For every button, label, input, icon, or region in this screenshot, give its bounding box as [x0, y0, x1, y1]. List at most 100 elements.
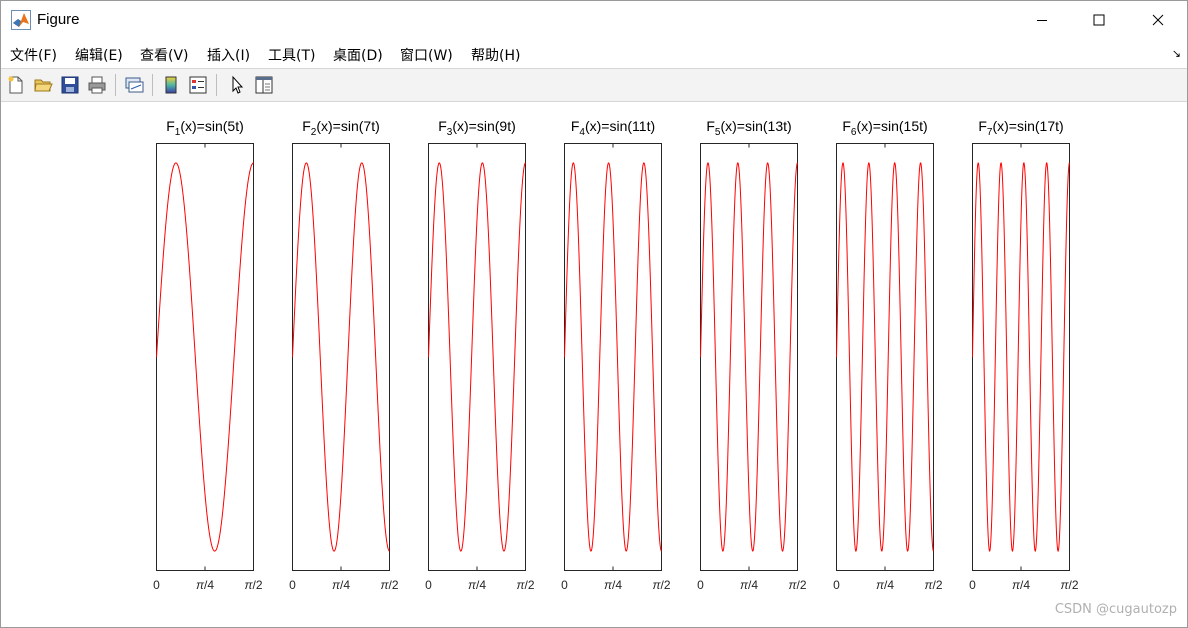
- subplot-4[interactable]: 0 π/4 π/2 F4(x)=sin(11t): [561, 118, 671, 592]
- title-main: F: [166, 118, 175, 134]
- matlab-icon: [11, 10, 31, 30]
- colorbar-icon: [165, 76, 177, 94]
- subplot-2[interactable]: 0 π/4 π/2 F2(x)=sin(7t): [289, 118, 399, 592]
- x-tick-label-rest: /2: [1069, 578, 1079, 592]
- figure-window: Figure 文件(F) 编辑(E) 查看(V) 插入(I) 工具(T) 桌面(…: [0, 0, 1188, 628]
- menu-file[interactable]: 文件(F): [10, 45, 57, 65]
- figure-canvas[interactable]: 0 π/4 π/2 F1(x)=sin(5t) 0 π/4 π/2 F2(x)=sin(7t)…: [1, 102, 1187, 627]
- close-icon: [1152, 14, 1164, 26]
- toolbar: [1, 68, 1187, 102]
- title-expression: (x)=sin(9t): [452, 118, 515, 134]
- subplot-title: F7(x)=sin(17t): [978, 118, 1063, 138]
- x-tick-label: π/4: [196, 578, 214, 592]
- axes-box: [292, 143, 390, 571]
- subplot-7[interactable]: 0 π/4 π/2 F7(x)=sin(17t): [969, 118, 1079, 592]
- menu-tools[interactable]: 工具(T): [268, 45, 315, 65]
- print-button[interactable]: [86, 74, 108, 96]
- title-expression: (x)=sin(15t): [856, 118, 927, 134]
- title-expression: (x)=sin(13t): [720, 118, 791, 134]
- pointer-icon: [232, 75, 244, 94]
- title-expression: (x)=sin(11t): [585, 118, 655, 134]
- window-title: Figure: [37, 11, 80, 28]
- legend-button[interactable]: [187, 74, 209, 96]
- new-file-button[interactable]: [5, 74, 27, 96]
- x-tick-label: π/2: [788, 578, 806, 592]
- x-tick-label-rest: /2: [525, 578, 535, 592]
- watermark: CSDN @cugautozp: [1054, 602, 1177, 617]
- x-tick-label-rest: /4: [748, 578, 758, 592]
- minimize-button[interactable]: [1017, 1, 1067, 39]
- dock-arrow-icon[interactable]: ↘: [1172, 47, 1181, 60]
- toolbar-separator: [216, 74, 217, 96]
- x-tick-label: π/4: [604, 578, 622, 592]
- x-tick-label: 0: [289, 578, 296, 592]
- x-tick-label-rest: /4: [884, 578, 894, 592]
- x-tick-label: π/4: [740, 578, 758, 592]
- link-plot-button[interactable]: [123, 74, 145, 96]
- subplot-grid: 0 π/4 π/2 F1(x)=sin(5t) 0 π/4 π/2 F2(x)=sin(7t)…: [153, 118, 1079, 592]
- x-tick-label: π/2: [380, 578, 398, 592]
- x-tick-label-rest: /4: [1020, 578, 1030, 592]
- subplot-title: F4(x)=sin(11t): [571, 118, 655, 138]
- x-tick-label: π/4: [468, 578, 486, 592]
- x-tick-label-rest: /2: [933, 578, 943, 592]
- x-tick-label: π/4: [876, 578, 894, 592]
- menu-view[interactable]: 查看(V): [140, 45, 189, 65]
- subplot-title: F5(x)=sin(13t): [706, 118, 791, 138]
- title-main: F: [978, 118, 987, 134]
- subplot-3[interactable]: 0 π/4 π/2 F3(x)=sin(9t): [425, 118, 535, 592]
- x-tick-label-rest: /4: [476, 578, 486, 592]
- menu-insert[interactable]: 插入(I): [207, 45, 250, 65]
- colorbar-button[interactable]: [160, 74, 182, 96]
- title-main: F: [438, 118, 447, 134]
- title-bar[interactable]: Figure: [1, 1, 1187, 39]
- x-tick-label: π/4: [1012, 578, 1030, 592]
- subplot-1[interactable]: 0 π/4 π/2 F1(x)=sin(5t): [153, 118, 263, 592]
- open-folder-icon: [34, 79, 53, 92]
- legend-icon: [189, 76, 207, 94]
- close-button[interactable]: [1133, 1, 1183, 39]
- x-tick-label-rest: /2: [661, 578, 671, 592]
- axes-box: [156, 143, 254, 571]
- subplot-title: F3(x)=sin(9t): [438, 118, 516, 138]
- save-icon: [61, 76, 79, 94]
- subplot-6[interactable]: 0 π/4 π/2 F6(x)=sin(15t): [833, 118, 943, 592]
- title-main: F: [842, 118, 851, 134]
- x-tick-label-rest: /4: [340, 578, 350, 592]
- new-file-icon: [8, 76, 23, 94]
- x-tick-label: π/2: [652, 578, 670, 592]
- menu-desktop[interactable]: 桌面(D): [333, 45, 383, 65]
- pointer-button[interactable]: [226, 74, 248, 96]
- subplot-title: F2(x)=sin(7t): [302, 118, 380, 138]
- x-tick-label-rest: /2: [389, 578, 399, 592]
- property-editor-button[interactable]: [253, 74, 275, 96]
- save-button[interactable]: [59, 74, 81, 96]
- x-tick-label: 0: [969, 578, 976, 592]
- x-tick-label: 0: [425, 578, 432, 592]
- x-tick-label: 0: [561, 578, 568, 592]
- open-button[interactable]: [32, 74, 54, 96]
- minimize-icon: [1037, 20, 1047, 21]
- x-tick-label: π/2: [244, 578, 262, 592]
- x-tick-label-rest: /4: [612, 578, 622, 592]
- property-editor-icon: [255, 76, 273, 94]
- title-main: F: [706, 118, 715, 134]
- subplot-5[interactable]: 0 π/4 π/2 F5(x)=sin(13t): [697, 118, 807, 592]
- axes-box: [428, 143, 526, 571]
- menu-window[interactable]: 窗口(W): [400, 45, 453, 65]
- menu-help[interactable]: 帮助(H): [471, 45, 520, 65]
- x-tick-label: 0: [697, 578, 704, 592]
- x-tick-label-rest: /2: [797, 578, 807, 592]
- toolbar-separator: [152, 74, 153, 96]
- x-tick-label: π/2: [516, 578, 534, 592]
- maximize-icon: [1093, 14, 1105, 26]
- title-expression: (x)=sin(7t): [316, 118, 379, 134]
- print-icon: [88, 76, 106, 94]
- subplot-title: F6(x)=sin(15t): [842, 118, 927, 138]
- x-tick-label: π/2: [924, 578, 942, 592]
- title-main: F: [571, 118, 580, 134]
- x-tick-label: 0: [153, 578, 160, 592]
- menu-edit[interactable]: 编辑(E): [75, 45, 123, 65]
- maximize-button[interactable]: [1074, 1, 1124, 39]
- title-main: F: [302, 118, 311, 134]
